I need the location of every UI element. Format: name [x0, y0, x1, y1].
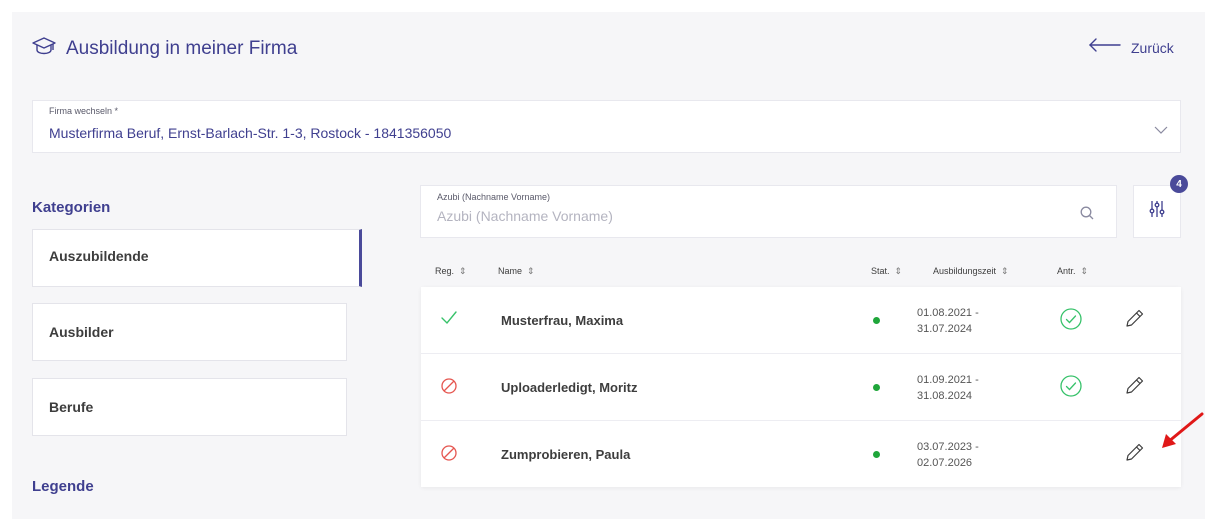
firm-select[interactable]: Firma wechseln * Musterfirma Beruf, Erns… [32, 100, 1181, 153]
chevron-down-icon [1154, 121, 1168, 139]
status-dot [873, 384, 880, 391]
filter-button[interactable] [1133, 185, 1181, 238]
page-title: Ausbildung in meiner Firma [66, 37, 298, 59]
azubi-name: Uploaderledigt, Moritz [501, 380, 638, 395]
sidebar-item-ausbilder[interactable]: Ausbilder [32, 303, 347, 361]
period-start: 01.08.2021 - [917, 307, 979, 319]
categories-heading: Kategorien [32, 199, 111, 216]
period-start: 01.09.2021 - [917, 374, 979, 386]
pencil-icon[interactable] [1125, 375, 1145, 400]
sort-icon: ⇕ [459, 266, 467, 276]
pencil-icon[interactable] [1125, 442, 1145, 467]
page-header: Ausbildung in meiner Firma [32, 36, 297, 61]
search-label: Azubi (Nachname Vorname) [437, 192, 551, 202]
graduation-cap-icon [32, 36, 66, 61]
period-end: 02.07.2026 [917, 457, 973, 469]
check-icon [441, 311, 457, 330]
column-header-label: Antr. [1057, 266, 1076, 276]
back-label: Zurück [1131, 39, 1174, 56]
firm-select-value: Musterfirma Beruf, Ernst-Barlach-Str. 1-… [49, 125, 452, 141]
period-end: 31.08.2024 [917, 390, 973, 402]
column-header-antr[interactable]: Antr. ⇕ [1057, 266, 1088, 277]
azubi-name: Musterfrau, Maxima [501, 313, 624, 328]
back-button[interactable]: Zurück [1089, 38, 1174, 57]
search-input[interactable] [437, 208, 1037, 224]
pencil-icon[interactable] [1125, 308, 1145, 333]
training-period: 03.07.2023 - 02.07.2026 [917, 439, 979, 471]
check-circle-icon [1060, 308, 1082, 335]
blocked-icon [441, 445, 457, 466]
search-field[interactable]: Azubi (Nachname Vorname) [420, 185, 1117, 238]
check-circle-icon [1060, 375, 1082, 402]
period-start: 03.07.2023 - [917, 441, 979, 453]
arrow-left-icon [1089, 38, 1121, 57]
column-header-label: Reg. [435, 266, 455, 276]
training-period: 01.09.2021 - 31.08.2024 [917, 372, 979, 404]
status-dot [873, 451, 880, 458]
annotation-arrow-icon [1160, 412, 1204, 457]
azubi-table: Musterfrau, Maxima 01.08.2021 - 31.07.202… [421, 287, 1181, 487]
filter-count-badge: 4 [1170, 175, 1188, 193]
column-header-period[interactable]: Ausbildungszeit ⇕ [933, 266, 1009, 277]
blocked-icon [441, 378, 457, 399]
column-header-label: Ausbildungszeit [933, 266, 997, 276]
sort-icon: ⇕ [894, 266, 903, 276]
table-row[interactable]: Musterfrau, Maxima 01.08.2021 - 31.07.202… [421, 287, 1181, 353]
table-row[interactable]: Zumprobieren, Paula 03.07.2023 - 02.07.20… [421, 420, 1181, 486]
sort-icon: ⇕ [1001, 266, 1009, 276]
sort-icon: ⇕ [527, 266, 535, 276]
status-dot [873, 317, 880, 324]
search-icon[interactable] [1080, 206, 1094, 225]
column-header-name[interactable]: Name ⇕ [498, 266, 535, 277]
firm-select-label: Firma wechseln * [49, 106, 119, 116]
column-header-reg[interactable]: Reg. ⇕ [435, 266, 467, 277]
azubi-name: Zumprobieren, Paula [501, 447, 631, 462]
column-header-label: Name [498, 266, 523, 276]
legend-heading: Legende [32, 478, 94, 495]
sort-icon: ⇕ [1080, 266, 1089, 276]
column-header-stat[interactable]: Stat. ⇕ [871, 266, 902, 277]
column-header-label: Stat. [871, 266, 890, 276]
sliders-icon [1149, 200, 1165, 223]
sidebar-item-auszubildende[interactable]: Auszubildende [32, 229, 362, 287]
training-period: 01.08.2021 - 31.07.2024 [917, 305, 979, 337]
period-end: 31.07.2024 [917, 323, 973, 335]
table-row[interactable]: Uploaderledigt, Moritz 01.09.2021 - 31.08… [421, 353, 1181, 419]
sidebar-item-berufe[interactable]: Berufe [32, 378, 347, 436]
